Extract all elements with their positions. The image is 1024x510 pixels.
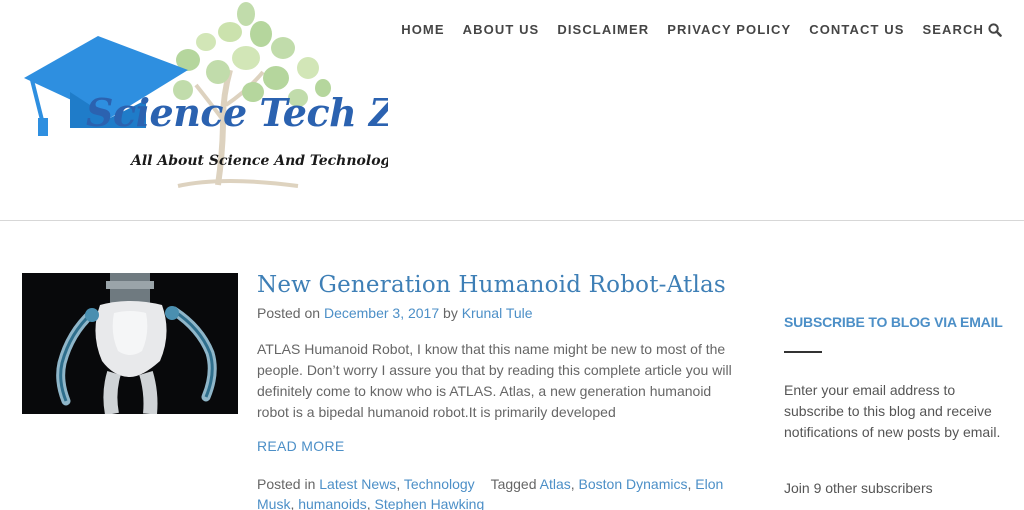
category-link[interactable]: Latest News [319, 476, 396, 492]
nav-about-us[interactable]: ABOUT US [463, 21, 540, 39]
read-more-link[interactable]: READ MORE [257, 437, 345, 455]
post-thumbnail[interactable] [22, 273, 238, 414]
tag-link[interactable]: Stephen Hawking [375, 496, 485, 510]
post-excerpt: ATLAS Humanoid Robot, I know that this n… [257, 341, 732, 420]
main-nav: HOME ABOUT US DISCLAIMER PRIVACY POLICY … [383, 21, 1002, 39]
nav-search[interactable]: SEARCH [923, 21, 1003, 39]
nav-search-label: SEARCH [922, 22, 984, 37]
post-meta: Posted on December 3, 2017 by Krunal Tul… [257, 304, 533, 322]
logo-tagline: All About Science And Technology [129, 153, 388, 169]
category-link[interactable]: Technology [404, 476, 475, 492]
posted-on-label: Posted on [257, 305, 321, 321]
logo-graphic: Science Tech Zone All About Science And … [24, 2, 388, 188]
posted-in-label: Posted in [257, 476, 316, 492]
nav-home[interactable]: HOME [401, 21, 444, 39]
post-date-link[interactable]: December 3, 2017 [324, 305, 439, 321]
subscriber-count: Join 9 other subscribers [784, 480, 933, 496]
tagged-label: Tagged [490, 476, 537, 492]
post-title[interactable]: New Generation Humanoid Robot-Atlas [257, 268, 726, 302]
tag-link[interactable]: humanoids [298, 496, 367, 510]
nav-privacy-policy[interactable]: PRIVACY POLICY [667, 21, 791, 39]
subscribe-description: Enter your email address to subscribe to… [784, 382, 1001, 440]
widget-title-divider [784, 351, 822, 353]
by-label: by [443, 305, 458, 321]
tag-link[interactable]: Boston Dynamics [579, 476, 688, 492]
tag-link[interactable]: Atlas [540, 476, 571, 492]
post-footer: Posted in Latest News, Technology Tagged… [257, 476, 724, 510]
nav-disclaimer[interactable]: DISCLAIMER [557, 21, 649, 39]
nav-contact-us[interactable]: CONTACT US [809, 21, 904, 39]
site-header: Science Tech Zone All About Science And … [0, 0, 1024, 221]
subscribe-widget-title: SUBSCRIBE TO BLOG VIA EMAIL [784, 314, 1003, 330]
logo-title: Science Tech Zone [86, 90, 388, 135]
site-logo[interactable]: Science Tech Zone All About Science And … [18, 0, 388, 195]
robot-image [22, 273, 238, 414]
search-icon [988, 23, 1002, 37]
post-author-link[interactable]: Krunal Tule [462, 305, 533, 321]
